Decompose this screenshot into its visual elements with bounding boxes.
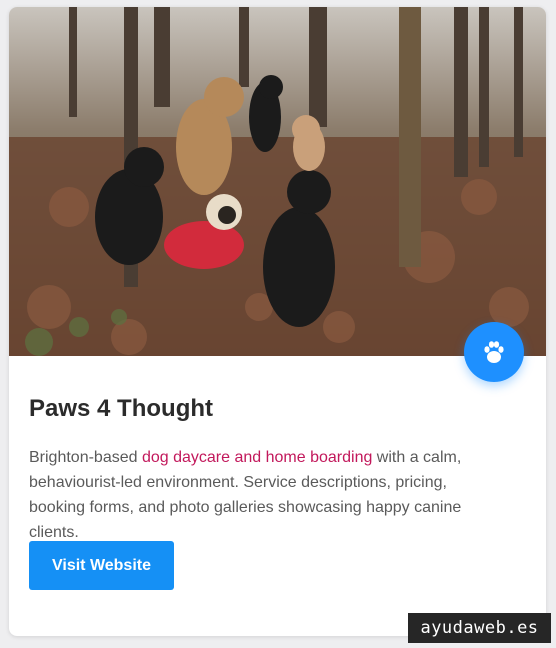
visit-website-button[interactable]: Visit Website <box>29 541 174 590</box>
portfolio-card: Paws 4 Thought Brighton-based dog daycar… <box>9 7 546 636</box>
watermark: ayudaweb.es <box>408 613 551 643</box>
card-photo <box>9 7 546 356</box>
paw-icon <box>484 341 504 363</box>
description-intro: Brighton-based <box>29 449 142 466</box>
card-description: Brighton-based dog daycare and home boar… <box>29 445 499 545</box>
description-highlight: dog daycare and home boarding <box>141 449 373 466</box>
card-title: Paws 4 Thought <box>29 395 214 422</box>
paw-badge-button[interactable] <box>464 322 524 382</box>
